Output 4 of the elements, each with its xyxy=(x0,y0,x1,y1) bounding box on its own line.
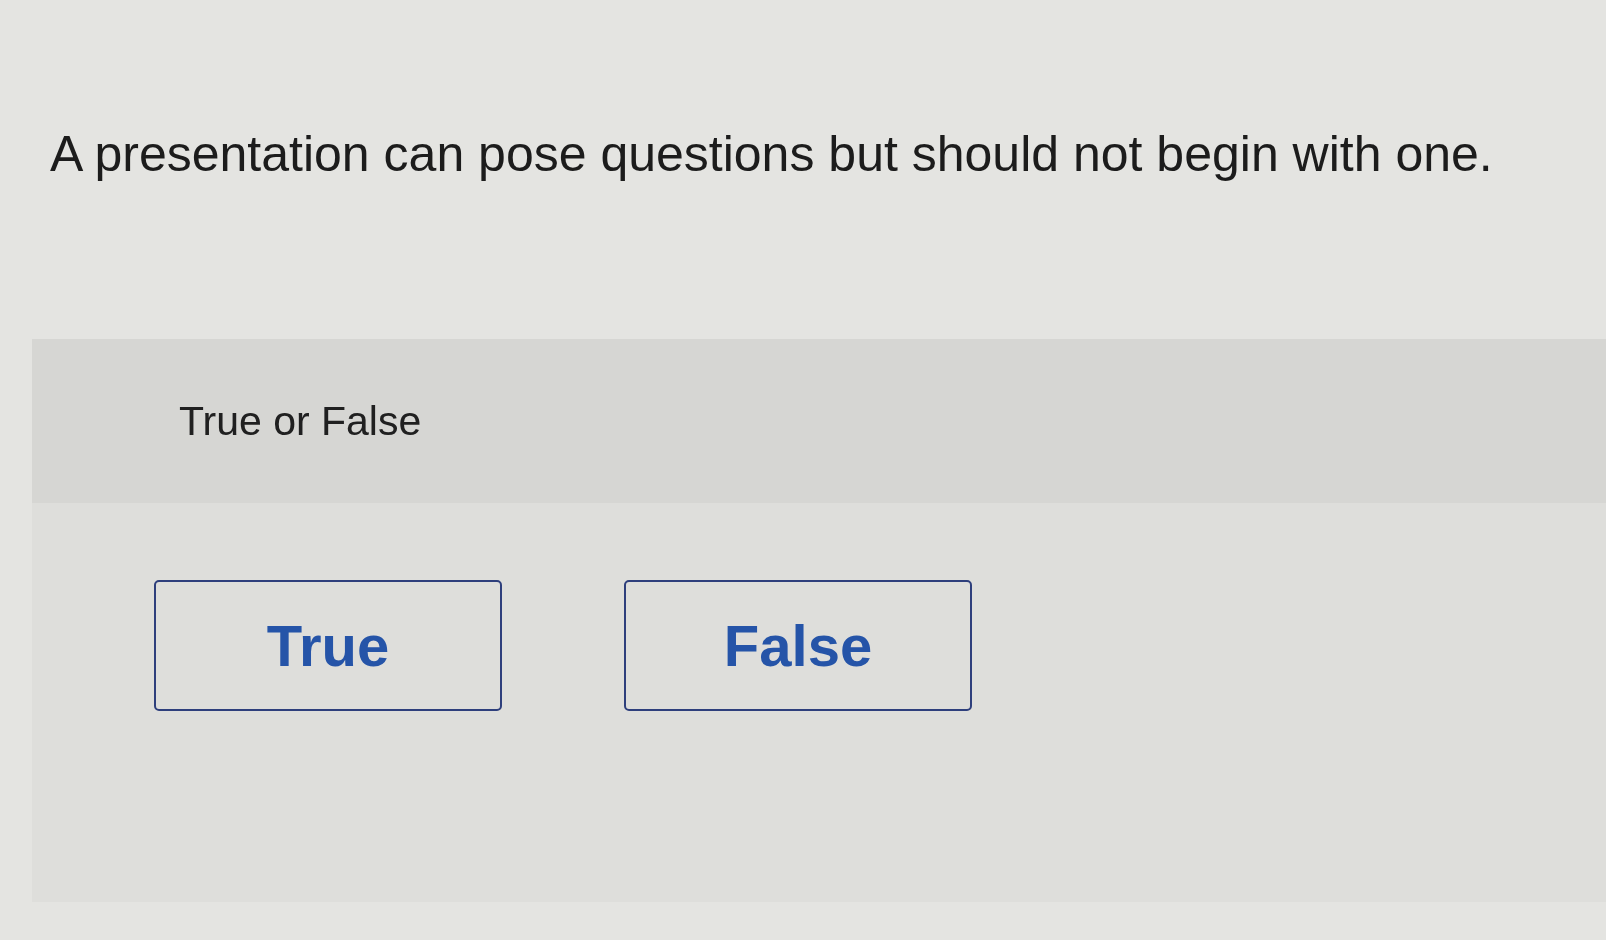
answer-option-button[interactable]: False xyxy=(624,580,972,711)
answer-option-button[interactable]: True xyxy=(154,580,502,711)
prompt-text: True or False xyxy=(179,397,422,445)
question-text: A presentation can pose questions but should not begin with one. xyxy=(50,125,1493,184)
